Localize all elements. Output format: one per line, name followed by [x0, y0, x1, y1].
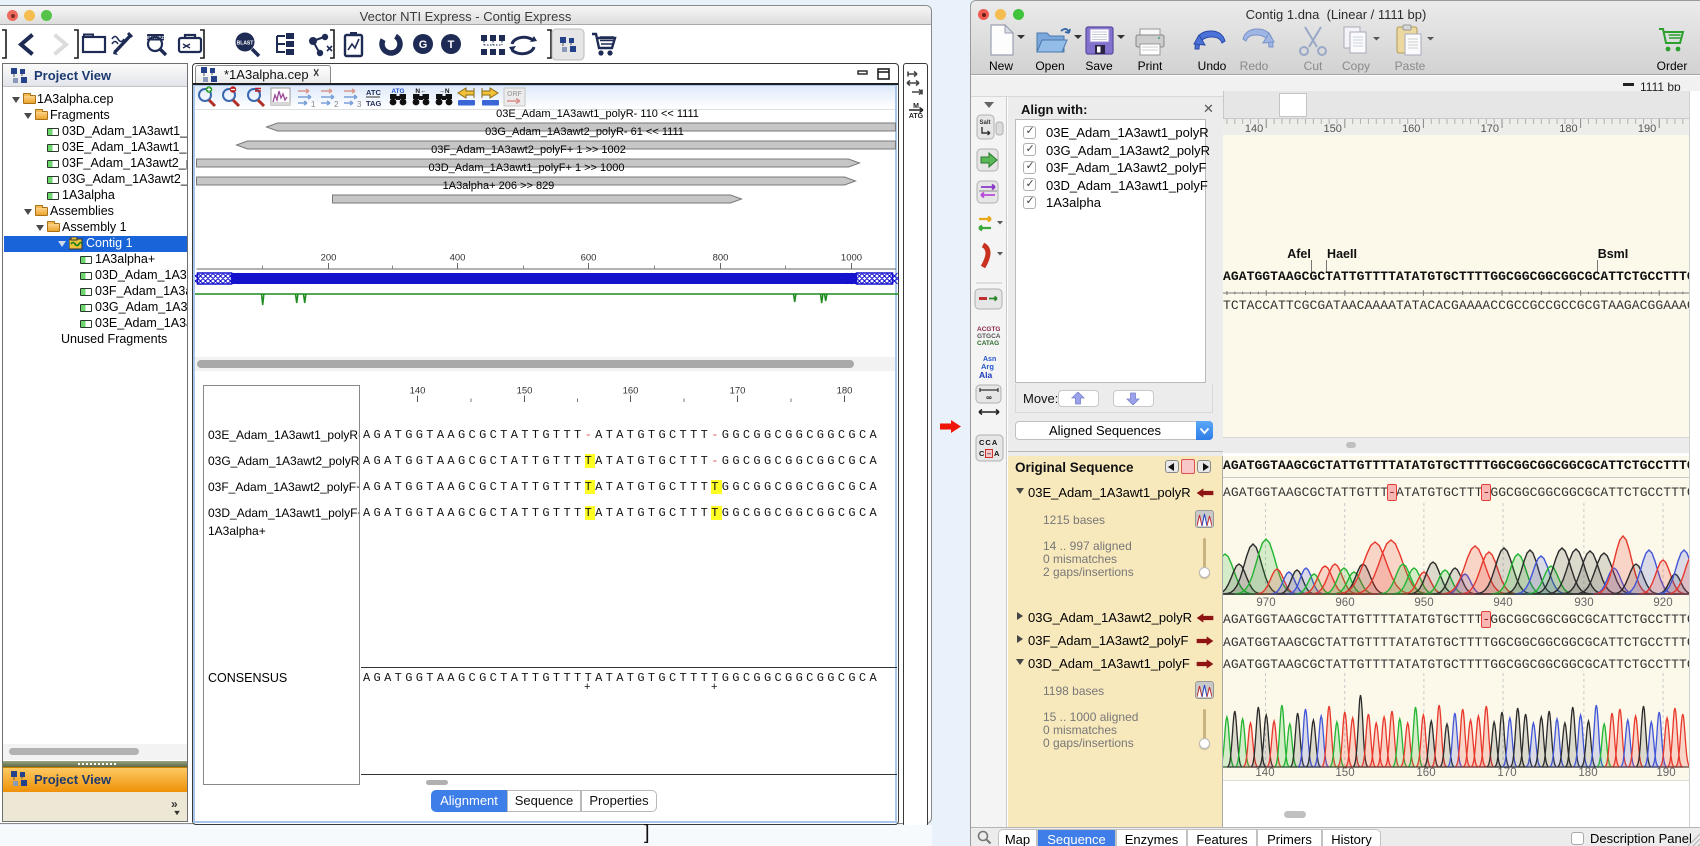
svg-text:400: 400 — [450, 253, 466, 264]
svg-text:→N: →N — [438, 88, 450, 95]
svg-text:ORF: ORF — [507, 91, 523, 98]
svg-text:180: 180 — [1559, 123, 1577, 135]
svg-text:1A3alpha+ 206 >> 829: 1A3alpha+ 206 >> 829 — [443, 180, 555, 192]
svg-text:140: 140 — [1245, 123, 1263, 135]
svg-text:GTGCA: GTGCA — [977, 333, 1001, 340]
svg-text:A: A — [994, 449, 1000, 458]
svg-text:ATG: ATG — [909, 113, 924, 118]
svg-text:800: 800 — [713, 253, 729, 264]
svg-text:G: G — [419, 39, 428, 51]
svg-text:ACGTG: ACGTG — [977, 326, 1000, 333]
svg-text:CCA: CCA — [979, 438, 998, 447]
svg-text:∞: ∞ — [986, 393, 992, 402]
svg-text:03F_Adam_1A3awt2_polyF+ 1 >> 1: 03F_Adam_1A3awt2_polyF+ 1 >> 1002 — [431, 144, 626, 156]
svg-text:150: 150 — [517, 386, 533, 397]
svg-text:160: 160 — [623, 386, 639, 397]
svg-text:ATG: ATG — [391, 88, 404, 95]
svg-text:03G_Adam_1A3awt2_polyR- 61 <<: 03G_Adam_1A3awt2_polyR- 61 << 1111 — [485, 126, 684, 138]
svg-text:170: 170 — [730, 386, 746, 397]
svg-text:Ala: Ala — [979, 370, 993, 380]
svg-text:CATAG: CATAG — [977, 340, 999, 347]
svg-text:N←: N← — [415, 88, 426, 95]
svg-text:M: M — [913, 103, 919, 110]
svg-text:03D_Adam_1A3awt1_polyF+ 1 >> 1: 03D_Adam_1A3awt1_polyF+ 1 >> 1000 — [428, 162, 624, 174]
svg-text:600: 600 — [581, 253, 597, 264]
svg-text:160: 160 — [1402, 123, 1420, 135]
svg-text:C: C — [979, 449, 985, 458]
svg-text:180: 180 — [837, 386, 853, 397]
svg-text:140: 140 — [410, 386, 426, 397]
svg-text:1000: 1000 — [841, 253, 862, 264]
svg-text:–: – — [987, 449, 991, 458]
svg-text:T: T — [448, 39, 455, 51]
svg-text:170: 170 — [1481, 123, 1499, 135]
svg-text:Salt: Salt — [979, 120, 990, 126]
svg-text:ATC: ATC — [366, 88, 381, 97]
svg-text:BLAST: BLAST — [237, 41, 254, 47]
svg-text:03E_Adam_1A3awt1_polyR- 110 <<: 03E_Adam_1A3awt1_polyR- 110 << 1111 — [496, 108, 699, 120]
svg-text:190: 190 — [1638, 123, 1656, 135]
svg-text:150: 150 — [1323, 123, 1341, 135]
svg-text:200: 200 — [321, 253, 337, 264]
